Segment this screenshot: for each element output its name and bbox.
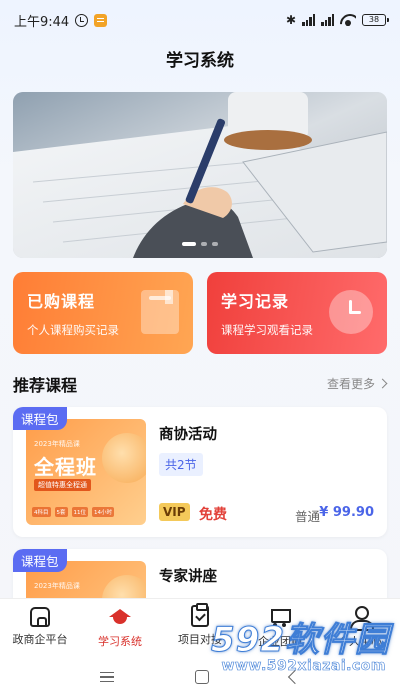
- system-navigation-bar: [0, 654, 400, 700]
- normal-price: ¥ 99.90: [319, 505, 374, 520]
- thumb-feature: 11位: [71, 507, 88, 517]
- status-time: 上午9:44: [14, 14, 70, 30]
- course-package-tag: 课程包: [13, 407, 67, 430]
- status-bar: 上午9:44 ✱ 38: [0, 0, 400, 40]
- thumb-title: 全程班: [34, 455, 97, 479]
- bottom-tab-bar: 政商企平台 学习系统 项目对接 企业团购 个人中心: [0, 598, 400, 654]
- study-record-card[interactable]: 学习记录 课程学习观看记录: [207, 272, 387, 354]
- book-icon: [141, 290, 179, 334]
- course-name: 商协活动: [159, 427, 217, 443]
- thumb-features: 4科目 5套 11位 14小时: [32, 507, 114, 517]
- tab-personal-center[interactable]: 个人中心: [320, 599, 400, 654]
- tab-label: 企业团购: [258, 635, 302, 648]
- thumb-feature: 14小时: [92, 507, 114, 517]
- thumb-feature: 4科目: [32, 507, 51, 517]
- banner-image: [13, 92, 387, 258]
- thumb-year-text: 2023年精品课: [34, 582, 80, 590]
- tab-label: 项目对接: [178, 633, 222, 646]
- page-title: 学习系统: [166, 51, 234, 71]
- see-more-link[interactable]: 查看更多: [326, 375, 388, 392]
- tab-project-matching[interactable]: 项目对接: [160, 599, 240, 654]
- vip-price: 免费: [199, 507, 227, 523]
- alarm-clock-icon: [75, 13, 89, 27]
- clock-icon: [329, 290, 373, 334]
- banner-dot[interactable]: [212, 242, 218, 246]
- home-key-icon[interactable]: [194, 670, 209, 684]
- course-card[interactable]: 课程包 2023年精品课 全程班 超值特惠全程通 4科目 5套 11位 14小时…: [13, 407, 387, 537]
- wifi-icon: [340, 14, 356, 26]
- thumb-feature: 5套: [54, 507, 68, 517]
- cart-icon: [268, 605, 292, 629]
- recommended-section-title: 推荐课程: [13, 376, 78, 395]
- tab-gov-business-platform[interactable]: 政商企平台: [0, 599, 80, 654]
- lesson-count-badge: 共2节: [159, 453, 203, 476]
- tab-label: 政商企平台: [12, 633, 68, 646]
- coin-graphic: [102, 433, 146, 483]
- tab-label: 个人中心: [338, 635, 382, 648]
- chevron-right-icon: [377, 378, 388, 389]
- home-icon: [30, 607, 50, 627]
- see-more-label: 查看更多: [326, 377, 375, 391]
- status-left: 上午9:44: [14, 11, 108, 30]
- signal-strength-icon: [302, 14, 315, 26]
- purchased-courses-card[interactable]: 已购课程 个人课程购买记录: [13, 272, 193, 354]
- clipboard-check-icon: [191, 603, 209, 627]
- tab-label: 学习系统: [98, 635, 142, 648]
- notification-app-icon: [94, 13, 108, 27]
- user-icon: [348, 605, 374, 631]
- thumb-year-text: 2023年精品课: [34, 440, 80, 448]
- bluetooth-icon: ✱: [285, 13, 296, 27]
- thumb-ribbon: 超值特惠全程通: [34, 479, 91, 491]
- course-name: 专家讲座: [159, 569, 217, 585]
- menu-key-icon[interactable]: [100, 672, 115, 682]
- tab-learning-system[interactable]: 学习系统: [80, 599, 160, 654]
- tab-group-purchase[interactable]: 企业团购: [240, 599, 320, 654]
- vip-badge: VIP: [159, 503, 190, 521]
- back-key-icon[interactable]: [287, 669, 302, 685]
- normal-price-label: 普通: [295, 509, 321, 524]
- graduation-cap-icon: [108, 605, 132, 629]
- banner-dot[interactable]: [201, 242, 207, 246]
- course-package-tag: 课程包: [13, 549, 67, 572]
- status-right: ✱ 38: [285, 13, 389, 27]
- battery-icon: 38: [362, 14, 389, 26]
- signal-strength-icon-2: [321, 14, 334, 26]
- banner-pagination: [182, 242, 218, 246]
- banner-dot[interactable]: [182, 242, 196, 246]
- banner-carousel[interactable]: [13, 92, 387, 258]
- course-thumbnail: 2023年精品课 全程班 超值特惠全程通 4科目 5套 11位 14小时: [26, 419, 146, 525]
